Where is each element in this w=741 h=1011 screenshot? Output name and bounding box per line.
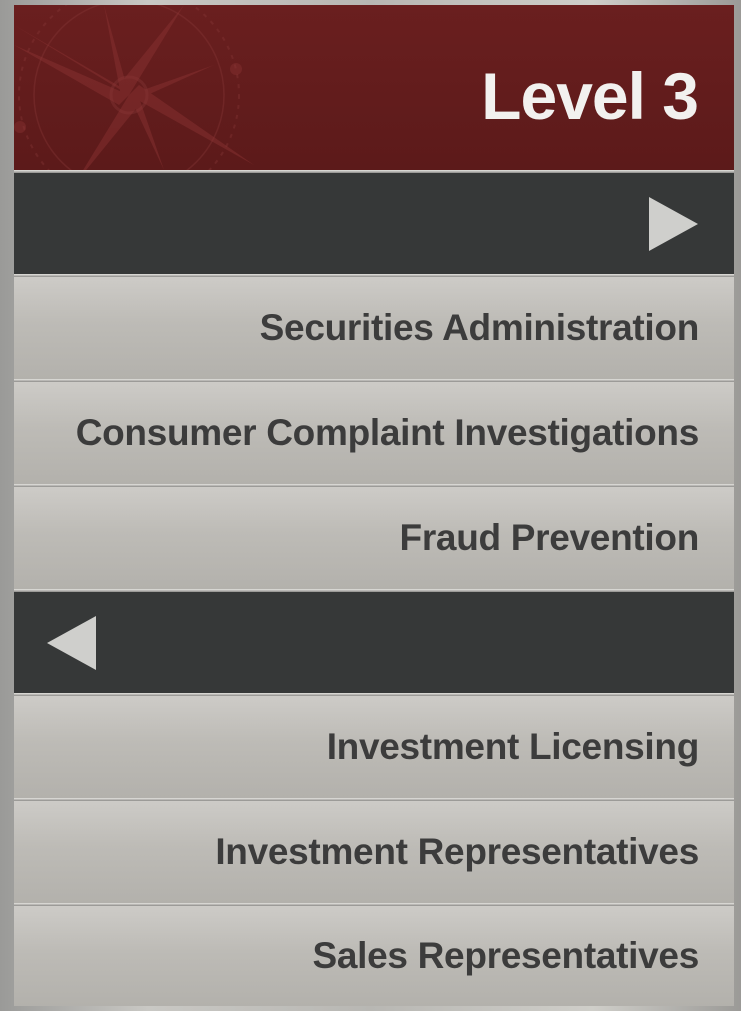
list-item: Investment Representatives: [14, 801, 734, 903]
list-item: Securities Administration: [14, 277, 734, 379]
direction-bar-left: [14, 592, 734, 693]
department-label: Investment Licensing: [326, 726, 700, 767]
directory-sign: Level 3 Securities Administration Consum…: [14, 5, 734, 1006]
level-title: Level 3: [481, 59, 699, 133]
list-item: Investment Licensing: [14, 696, 734, 798]
arrow-right-icon: [649, 197, 698, 251]
compass-rose-icon: [14, 5, 254, 170]
department-label: Consumer Complaint Investigations: [75, 412, 700, 453]
list-item: Consumer Complaint Investigations: [14, 382, 734, 484]
department-label: Securities Administration: [259, 307, 700, 348]
sign-header: Level 3: [14, 5, 734, 170]
department-label: Sales Representatives: [312, 935, 699, 976]
list-item: Fraud Prevention: [14, 487, 734, 589]
arrow-left-icon: [47, 616, 96, 670]
sign-frame: Level 3 Securities Administration Consum…: [0, 0, 741, 1011]
direction-bar-right: [14, 173, 734, 274]
department-label: Fraud Prevention: [399, 517, 700, 558]
list-item: Sales Representatives: [14, 906, 734, 1006]
department-label: Investment Representatives: [215, 831, 699, 872]
